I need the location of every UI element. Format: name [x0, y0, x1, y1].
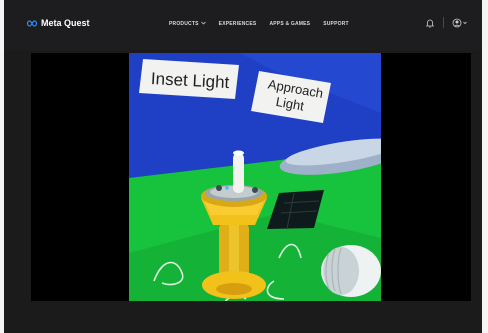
cylinder-object [321, 245, 381, 297]
nav-support-label: SUPPORT [323, 21, 349, 27]
meta-quest-logo-link[interactable]: Meta Quest [26, 18, 90, 28]
nav-products-label: PRODUCTS [169, 21, 199, 27]
top-navigation-bar: Meta Quest PRODUCTS EXPERIENCES APPS & G… [4, 0, 482, 50]
notifications-bell-icon[interactable] [425, 18, 435, 28]
nav-utilities [425, 17, 468, 28]
brand-name: Meta Quest [41, 18, 90, 28]
nav-support[interactable]: SUPPORT [323, 21, 349, 27]
main-nav: PRODUCTS EXPERIENCES APPS & GAMES SUPPOR… [169, 21, 349, 27]
nav-products[interactable]: PRODUCTS [169, 21, 206, 27]
page-frame: Meta Quest PRODUCTS EXPERIENCES APPS & G… [4, 0, 482, 333]
nav-experiences-label: EXPERIENCES [218, 21, 257, 27]
inset-light-sign: Inset Light [139, 59, 239, 99]
video-player[interactable]: Inset Light Approach Light [31, 53, 471, 301]
nav-experiences[interactable]: EXPERIENCES [219, 21, 257, 27]
meta-infinity-logo-icon [26, 19, 38, 27]
nav-divider [443, 17, 444, 28]
vr-scene-graphic: Inset Light Approach Light [129, 53, 381, 301]
nav-apps-games[interactable]: APPS & GAMES [269, 21, 310, 27]
nav-apps-games-label: APPS & GAMES [269, 21, 311, 27]
chevron-down-icon [200, 21, 206, 27]
vr-video-frame: Inset Light Approach Light [129, 53, 381, 301]
page-bottom-area [4, 301, 482, 333]
account-avatar-icon[interactable] [452, 18, 468, 28]
